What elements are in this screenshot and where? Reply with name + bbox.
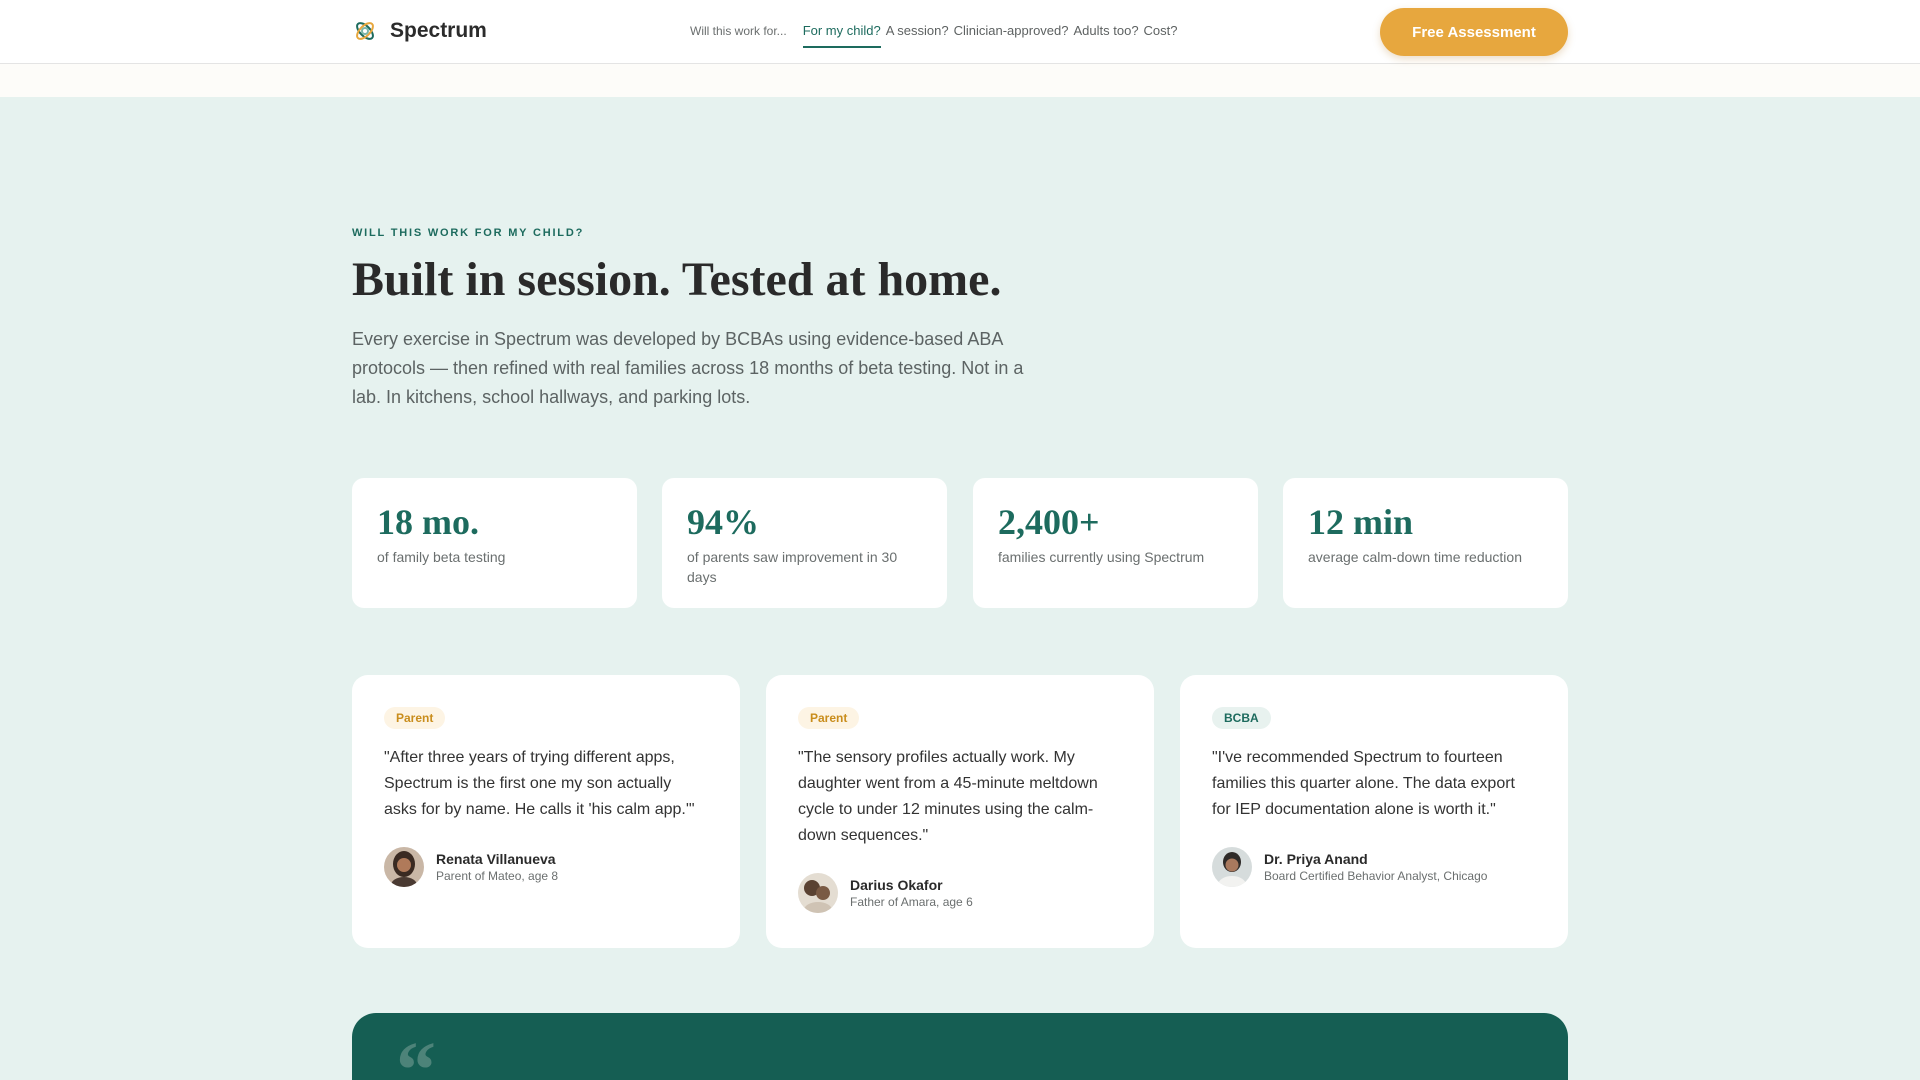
stat-card: 12 min average calm-down time reduction <box>1283 478 1568 608</box>
role-badge: Parent <box>798 707 860 729</box>
author-name: Renata Villanueva <box>436 851 556 867</box>
stat-card: 94% of parents saw improvement in 30 day… <box>662 478 947 608</box>
nav-clinician-approved[interactable]: Clinician-approved? <box>954 23 1069 38</box>
free-assessment-button[interactable]: Free Assessment <box>1380 8 1568 56</box>
author-name: Darius Okafor <box>850 877 943 893</box>
testimonial-author: Dr. Priya Anand Board Certified Behavior… <box>1212 847 1536 887</box>
author-role: Father of Amara, age 6 <box>850 895 973 909</box>
stat-value: 2,400+ <box>998 502 1100 542</box>
stat-label: families currently using Spectrum <box>998 549 1205 565</box>
author-role: Board Certified Behavior Analyst, Chicag… <box>1264 869 1488 883</box>
avatar <box>1212 847 1252 887</box>
stat-card: 18 mo. of family beta testing <box>352 478 637 608</box>
author-role: Parent of Mateo, age 8 <box>436 869 559 883</box>
brand-logo-link[interactable]: Spectrum <box>352 18 487 44</box>
nav-a-session[interactable]: A session? <box>886 23 949 38</box>
stat-value: 94% <box>687 502 759 542</box>
avatar <box>798 873 838 913</box>
brand-name: Spectrum <box>390 19 487 42</box>
testimonial-card: BCBA "I've recommended Spectrum to fourt… <box>1180 675 1568 948</box>
section-lede: Every exercise in Spectrum was developed… <box>352 329 1024 407</box>
section-eyebrow: WILL THIS WORK FOR MY CHILD? <box>352 227 585 239</box>
testimonial-author: Renata Villanueva Parent of Mateo, age 8 <box>384 847 708 887</box>
stat-value: 18 mo. <box>377 502 479 542</box>
role-badge: BCBA <box>1212 707 1271 729</box>
spectrum-logo-icon <box>356 22 374 40</box>
stat-label: average calm-down time reduction <box>1308 549 1522 565</box>
stat-label: of parents saw improvement in 30 days <box>687 549 898 585</box>
stat-value: 12 min <box>1308 502 1414 542</box>
author-name: Dr. Priya Anand <box>1264 851 1368 867</box>
testimonial-quote: "The sensory profiles actually work. My … <box>798 749 1098 844</box>
avatar <box>384 847 424 887</box>
stat-label: of family beta testing <box>377 549 506 565</box>
nav-cost[interactable]: Cost? <box>1144 23 1178 38</box>
featured-quote-banner: “ <box>352 1013 1568 1080</box>
question-nav: Will this work for... For my child? A se… <box>690 23 1183 48</box>
nav-for-my-child[interactable]: For my child? <box>802 23 881 48</box>
header-sub-band <box>0 64 1920 97</box>
section-headline: Built in session. Tested at home. <box>352 253 1002 306</box>
testimonial-quote: "I've recommended Spectrum to fourteen f… <box>1212 749 1515 818</box>
nav-adults-too[interactable]: Adults too? <box>1074 23 1139 38</box>
quote-mark-icon: “ <box>396 1027 436 1080</box>
testimonial-author: Darius Okafor Father of Amara, age 6 <box>798 873 1122 913</box>
role-badge: Parent <box>384 707 446 729</box>
stat-card: 2,400+ families currently using Spectrum <box>973 478 1258 608</box>
nav-prefix: Will this work for... <box>690 24 787 38</box>
testimonial-quote: "After three years of trying different a… <box>384 749 695 818</box>
testimonial-card: Parent "The sensory profiles actually wo… <box>766 675 1154 948</box>
testimonial-card: Parent "After three years of trying diff… <box>352 675 740 948</box>
